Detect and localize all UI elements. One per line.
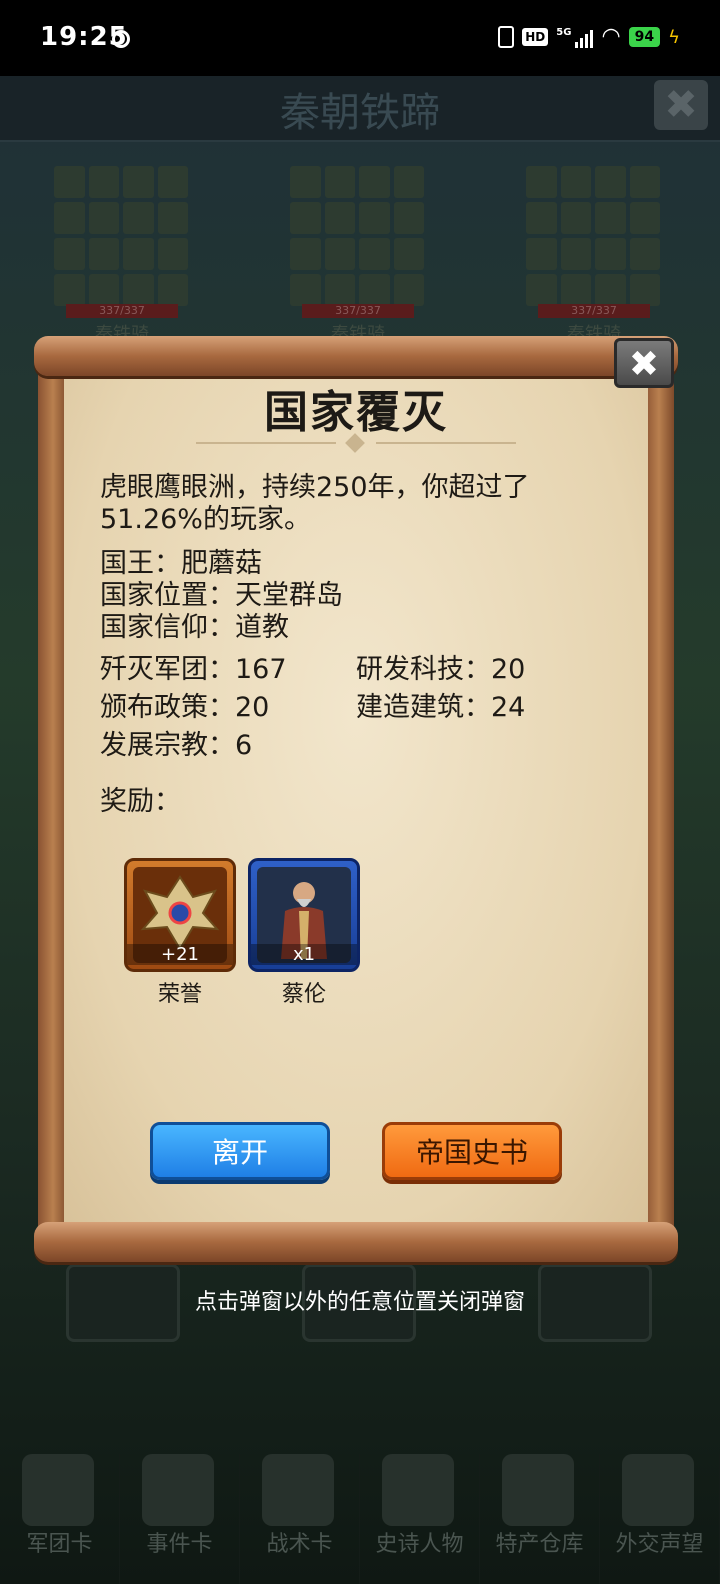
moon-icon (112, 30, 130, 48)
status-bar: 19:25 HD 5G ◠ 94 ϟ (0, 0, 720, 76)
nav-label: 史诗人物 (375, 1532, 464, 1557)
bottom-nav: 军团卡 事件卡 战术卡 史诗人物 特产仓库 外交声望 (0, 1454, 720, 1584)
empire-history-button[interactable]: 帝国史书 (382, 1122, 562, 1180)
reward-honor[interactable]: +21 (124, 858, 236, 972)
chest-icon (502, 1454, 574, 1526)
stat-policy: 颁布政策：20 (100, 692, 270, 723)
vibrate-icon (498, 26, 515, 48)
stat-annihilated: 歼灭军团：167 (100, 654, 287, 685)
reward-quantity: +21 (127, 944, 233, 965)
nav-label: 战术卡 (266, 1532, 333, 1557)
religion-info: 国家信仰：道教 (100, 612, 289, 643)
army-unit-grid (526, 166, 660, 306)
army-count-bar: 337/337 (66, 304, 178, 318)
stat-religions: 发展宗教：6 (100, 730, 253, 761)
nav-legion-cards: 军团卡 (0, 1454, 120, 1584)
letter-icon (622, 1454, 694, 1526)
signal-icon (575, 26, 594, 48)
scroll-side-right (644, 356, 674, 1236)
rewards-label: 奖励： (100, 786, 181, 817)
nav-label: 特产仓库 (495, 1532, 584, 1557)
reward-hero[interactable]: x1 (248, 858, 360, 972)
background-title: 秦朝铁蹄 (280, 90, 440, 136)
leave-button[interactable]: 离开 (150, 1122, 330, 1180)
nav-diplomacy: 外交声望 (600, 1454, 720, 1584)
king-info: 国王：肥蘑菇 (100, 548, 262, 579)
event-icon (142, 1454, 214, 1526)
battery-indicator: 94 (628, 27, 661, 47)
reward-quantity: x1 (251, 944, 357, 965)
nav-specialty-warehouse: 特产仓库 (480, 1454, 600, 1584)
nav-label: 事件卡 (146, 1532, 213, 1557)
hd-badge: HD (522, 28, 549, 46)
dialog-title: 国家覆灭 (264, 387, 448, 438)
charging-icon: ϟ (668, 26, 680, 48)
helmet-icon (22, 1454, 94, 1526)
reward-name: 荣誉 (157, 982, 202, 1007)
wifi-icon: ◠ (601, 24, 621, 49)
nation-fallen-dialog: ✖ 国家覆灭 虎眼鹰眼洲，持续250年，你超过了 51.26%的玩家。 国王：肥… (34, 336, 678, 1270)
nav-tactic-cards: 战术卡 (240, 1454, 360, 1584)
background-close-icon: ✖ (654, 80, 708, 130)
scroll-rod-top (34, 336, 678, 376)
dismiss-hint: 点击弹窗以外的任意位置关闭弹窗 (194, 1290, 525, 1315)
status-icons: HD 5G ◠ 94 ϟ (498, 26, 680, 48)
stat-buildings: 建造建筑：24 (356, 692, 526, 723)
network-type: 5G (556, 26, 572, 38)
nav-label: 外交声望 (615, 1532, 704, 1557)
title-ornament (196, 433, 516, 453)
army-unit-grid (54, 166, 188, 306)
nav-epic-figures: 史诗人物 (360, 1454, 480, 1584)
scroll-rod-bottom (34, 1222, 678, 1262)
summary-line-1: 虎眼鹰眼洲，持续250年，你超过了 (100, 472, 530, 503)
summary-line-2: 51.26%的玩家。 (100, 504, 311, 535)
stat-research: 研发科技：20 (356, 654, 526, 685)
nav-event-cards: 事件卡 (120, 1454, 240, 1584)
reward-name: 蔡伦 (281, 982, 326, 1007)
background-header: 秦朝铁蹄 ✖ (0, 76, 720, 142)
crown-icon (382, 1454, 454, 1526)
tactic-icon (262, 1454, 334, 1526)
army-count-bar: 337/337 (302, 304, 414, 318)
army-unit-grid (290, 166, 424, 306)
nav-label: 军团卡 (26, 1532, 93, 1557)
army-count-bar: 337/337 (538, 304, 650, 318)
location-info: 国家位置：天堂群岛 (100, 580, 343, 611)
